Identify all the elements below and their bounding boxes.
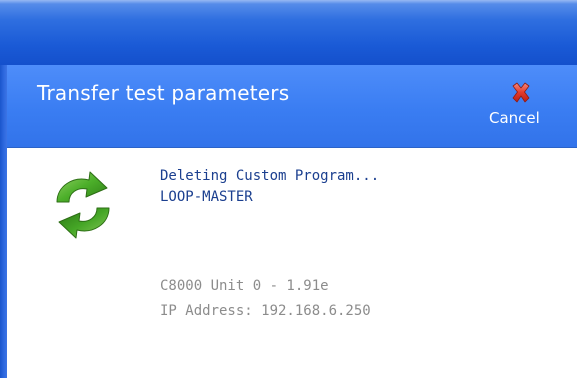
cancel-label: Cancel [489, 109, 540, 127]
titlebar-highlight [0, 0, 577, 4]
close-icon [512, 82, 530, 103]
dialog-body: Deleting Custom Program... LOOP-MASTER C… [7, 148, 577, 378]
window-titlebar[interactable] [0, 0, 577, 65]
program-name-text: LOOP-MASTER [160, 189, 253, 205]
window-left-border [0, 65, 7, 378]
dialog-header: Transfer test parameters Cancel [7, 65, 577, 148]
status-action-text: Deleting Custom Program... [160, 168, 380, 184]
cancel-button[interactable]: Cancel [486, 81, 556, 133]
dialog-title: Transfer test parameters [37, 81, 290, 105]
sync-arrows-icon [56, 171, 110, 239]
device-unit-text: C8000 Unit 0 - 1.91e [160, 278, 329, 294]
ip-address-text: IP Address: 192.168.6.250 [160, 303, 371, 319]
